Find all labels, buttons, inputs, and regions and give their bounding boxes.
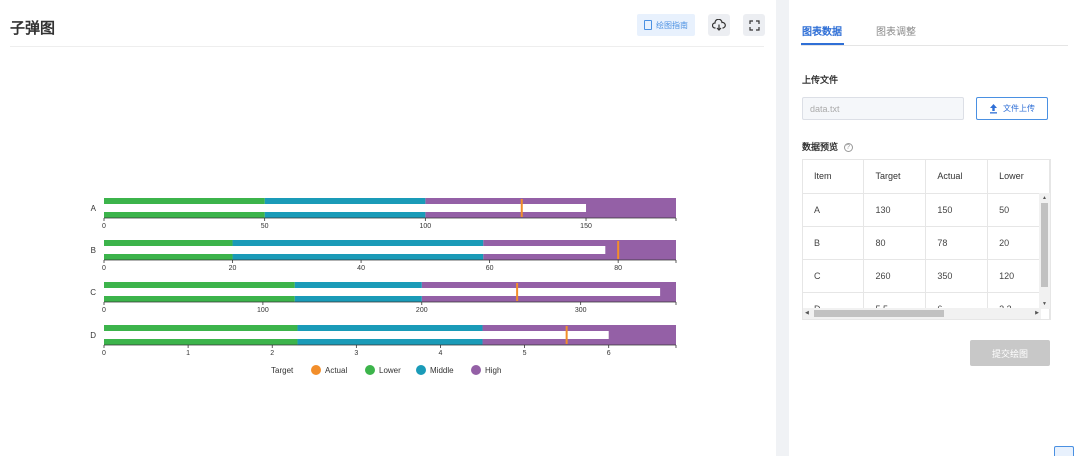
header-divider: [10, 46, 764, 47]
feedback-icon[interactable]: [1054, 446, 1074, 456]
tick-label: 150: [580, 223, 592, 230]
legend-marker: [365, 365, 375, 375]
tick-label: 0: [102, 265, 106, 272]
table-cell: 260: [863, 259, 927, 293]
legend-label: Actual: [325, 366, 347, 375]
horizontal-scroll-thumb[interactable]: [814, 310, 944, 317]
category-label: B: [91, 246, 96, 255]
actual-bar: [104, 246, 606, 254]
drawing-guide-label: 绘图指南: [656, 20, 688, 30]
table-cell: C: [803, 259, 865, 293]
table-cell: 80: [863, 226, 927, 260]
actual-bar: [104, 288, 661, 296]
target-marker: [520, 199, 523, 217]
legend-label: Middle: [430, 366, 454, 375]
file-name-field[interactable]: [802, 97, 964, 120]
help-icon[interactable]: ?: [843, 143, 853, 153]
table-row: C 260 350 120: [803, 259, 1050, 293]
tick-label: 50: [261, 223, 269, 230]
tick-label: 4: [439, 350, 443, 357]
cloud-download-icon: [712, 19, 726, 31]
tab-chart-adjust[interactable]: 图表调整: [876, 23, 916, 38]
horizontal-scrollbar[interactable]: ◀ ▶: [803, 308, 1041, 319]
data-preview-grid: Item Target Actual Lower A 130 150 50 B …: [802, 159, 1051, 320]
tick-label: 100: [420, 223, 432, 230]
table-cell: 150: [925, 193, 989, 227]
tick-label: 40: [357, 265, 365, 272]
upload-file-button[interactable]: 文件上传: [976, 97, 1048, 120]
bullet-chart: A 0 50 100 150 B 0 20 40 60 80 C 0 100 200 300 D 0 1 2 3 4 5 6 T…: [90, 198, 677, 375]
tick-label: 1: [186, 350, 190, 357]
table-row: A 130 150 50: [803, 193, 1050, 227]
tick-label: 0: [102, 223, 106, 230]
data-panel: 图表数据 图表调整 上传文件 文件上传 数据预览 ? Item Target A…: [789, 0, 1080, 456]
legend-marker: [471, 365, 481, 375]
target-marker: [565, 326, 568, 344]
tick-label: 6: [607, 350, 611, 357]
tick-label: 20: [229, 265, 237, 272]
column-header: Item: [803, 160, 865, 194]
chart-panel: 子弹图 绘图指南 A 0 50 100 150 B 0 20 40 60 80 C 0 100 200 300…: [0, 0, 776, 456]
tabs-divider: [801, 45, 1068, 46]
column-header: Lower: [987, 160, 1050, 194]
legend-marker: [311, 365, 321, 375]
submit-plot-button[interactable]: 提交绘图: [970, 340, 1050, 366]
tick-label: 100: [257, 307, 269, 314]
download-button[interactable]: [708, 14, 730, 36]
column-header: Target: [863, 160, 927, 194]
table-cell: A: [803, 193, 865, 227]
table-header-row: Item Target Actual Lower: [803, 160, 1050, 194]
legend-label: Lower: [379, 366, 401, 375]
legend-label: Target: [271, 366, 294, 375]
vertical-scroll-thumb[interactable]: [1041, 203, 1048, 287]
category-label: C: [90, 288, 96, 297]
tick-label: 0: [102, 350, 106, 357]
upload-icon: [990, 104, 997, 114]
tick-label: 3: [354, 350, 358, 357]
table-cell: 78: [925, 226, 989, 260]
drawing-guide-button[interactable]: 绘图指南: [637, 14, 695, 36]
scroll-up-icon[interactable]: ▲: [1042, 195, 1047, 201]
tab-chart-data[interactable]: 图表数据: [802, 23, 842, 38]
page-title: 子弹图: [10, 20, 56, 37]
expand-icon: [748, 19, 760, 31]
upload-file-label: 文件上传: [1003, 104, 1035, 113]
tick-label: 2: [270, 350, 274, 357]
category-label: A: [91, 204, 97, 213]
fullscreen-button[interactable]: [743, 14, 765, 36]
preview-section-text: 数据预览: [802, 142, 839, 152]
tick-label: 200: [416, 307, 428, 314]
table-cell: 350: [925, 259, 989, 293]
tick-label: 0: [102, 307, 106, 314]
preview-section-label: 数据预览 ?: [802, 140, 853, 153]
tick-label: 300: [575, 307, 587, 314]
book-icon: [644, 20, 652, 30]
category-label: D: [90, 331, 96, 340]
column-header: Actual: [925, 160, 989, 194]
scroll-left-icon[interactable]: ◀: [805, 310, 809, 316]
tick-label: 5: [523, 350, 527, 357]
table-row: B 80 78 20: [803, 226, 1050, 260]
tick-label: 80: [614, 265, 622, 272]
table-cell: 130: [863, 193, 927, 227]
scroll-right-icon[interactable]: ▶: [1035, 310, 1039, 316]
upload-section-label: 上传文件: [802, 75, 839, 85]
scroll-down-icon[interactable]: ▼: [1042, 301, 1047, 307]
actual-bar: [104, 331, 609, 339]
actual-bar: [104, 204, 587, 212]
data-preview-table: Item Target Actual Lower A 130 150 50 B …: [803, 160, 1050, 319]
legend-label: High: [485, 366, 501, 375]
target-marker: [516, 283, 519, 301]
tick-label: 60: [486, 265, 494, 272]
legend-marker: [416, 365, 426, 375]
vertical-scrollbar[interactable]: ▲ ▼: [1039, 193, 1050, 309]
table-cell: B: [803, 226, 865, 260]
target-marker: [617, 241, 620, 259]
